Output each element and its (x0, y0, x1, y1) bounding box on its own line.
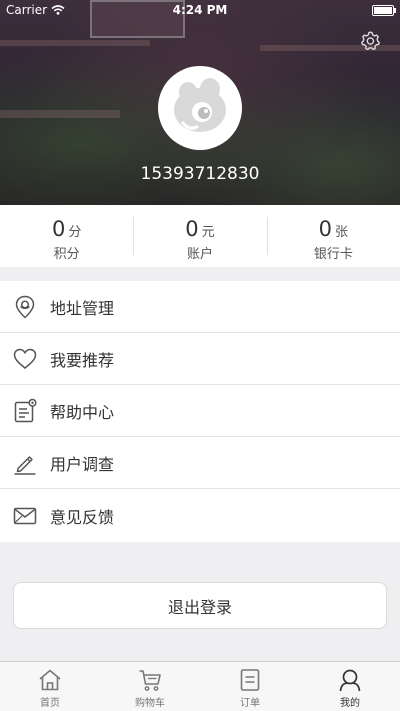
menu-label: 我要推荐 (50, 350, 115, 370)
account-stats: 0分 积分 0元 账户 0张 银行卡 (0, 205, 400, 267)
stat-points[interactable]: 0分 积分 (0, 205, 133, 267)
tab-label: 订单 (240, 698, 260, 709)
tab-cart[interactable]: 购物车 (100, 662, 200, 711)
menu-item-survey[interactable]: 用户调查 (0, 437, 400, 489)
stat-value: 0 (185, 217, 199, 241)
menu-item-address[interactable]: 地址管理 (0, 281, 400, 333)
profile-header: Carrier 4:24 PM 15393712830 (0, 0, 400, 205)
background-shelf (0, 110, 120, 118)
stat-unit: 元 (201, 225, 215, 240)
menu-item-recommend[interactable]: 我要推荐 (0, 333, 400, 385)
stat-bank-cards[interactable]: 0张 银行卡 (266, 205, 400, 267)
order-list-icon (240, 669, 260, 691)
menu-label: 意见反馈 (50, 507, 115, 527)
tab-home[interactable]: 首页 (0, 662, 100, 711)
battery-icon (372, 5, 396, 16)
stat-label: 积分 (53, 247, 80, 262)
tab-orders[interactable]: 订单 (200, 662, 300, 711)
menu-label: 帮助中心 (50, 402, 115, 422)
document-notification-icon (14, 398, 37, 422)
avatar[interactable] (158, 66, 242, 150)
phone-number: 15393712830 (140, 164, 260, 184)
user-profile-icon (339, 669, 361, 692)
home-icon (39, 669, 61, 691)
menu-label: 用户调查 (50, 454, 115, 474)
stat-value: 0 (318, 217, 332, 241)
pencil-icon (14, 455, 36, 475)
background-shelf (0, 40, 150, 46)
tab-profile[interactable]: 我的 (300, 662, 400, 711)
cart-icon (139, 670, 161, 691)
menu-label: 地址管理 (50, 298, 115, 318)
stat-label: 账户 (186, 247, 213, 262)
stat-label: 银行卡 (313, 247, 353, 262)
logout-button[interactable]: 退出登录 (13, 582, 387, 629)
tab-label: 我的 (340, 698, 360, 709)
menu-item-feedback[interactable]: 意见反馈 (0, 489, 400, 542)
settings-menu: 地址管理 我要推荐 帮助中心 用户调查 意见反馈 (0, 281, 400, 542)
stat-account[interactable]: 0元 账户 (133, 205, 266, 267)
stat-unit: 分 (68, 225, 82, 240)
stat-value: 0 (51, 217, 66, 241)
tab-bar: 首页 购物车 订单 我的 (0, 661, 400, 711)
heart-icon (13, 348, 37, 369)
stat-unit: 张 (335, 225, 349, 240)
tab-label: 首页 (40, 698, 60, 709)
menu-item-help[interactable]: 帮助中心 (0, 385, 400, 437)
gear-icon[interactable] (358, 29, 382, 53)
location-pin-icon (15, 295, 35, 319)
default-avatar-icon (174, 78, 226, 132)
status-bar: Carrier 4:24 PM (0, 0, 400, 20)
status-time: 4:24 PM (172, 3, 228, 17)
envelope-icon (13, 507, 37, 524)
tab-label: 购物车 (135, 698, 165, 709)
